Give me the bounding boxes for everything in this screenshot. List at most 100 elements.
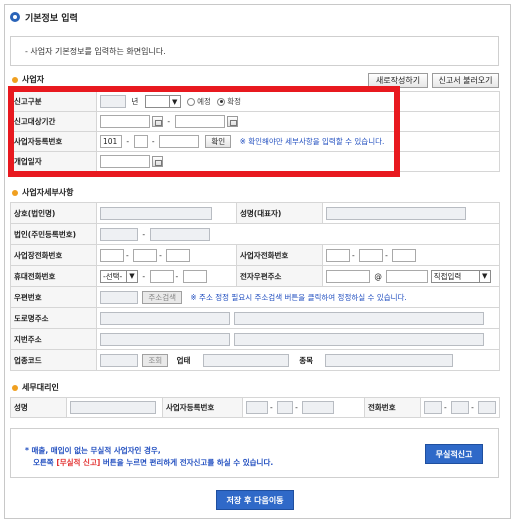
section-business: 사업자	[12, 74, 44, 85]
business-type-label: 업태	[176, 355, 191, 365]
email-domain-select[interactable]: 직접입력 ▼	[430, 269, 491, 283]
postal-input[interactable]	[100, 290, 138, 304]
company-label: 상호(법인명)	[10, 202, 97, 224]
section-agent: 세무대리인	[12, 382, 59, 393]
section-business-title: 사업자	[22, 75, 45, 84]
section-bullet-icon	[12, 189, 18, 196]
lookup-button[interactable]: 조회	[142, 353, 169, 367]
reg-no-part2-input[interactable]	[133, 135, 148, 148]
notice-line1: * 매출, 매입이 없는 무실적 사업자인 경우,	[25, 446, 161, 455]
lot-address-1-input[interactable]	[100, 332, 230, 346]
load-report-button[interactable]: 신고서 불러오기	[432, 73, 499, 88]
agent-reg-2-input[interactable]	[277, 401, 294, 414]
report-year-input[interactable]	[100, 95, 126, 108]
corp-no-part2-input[interactable]	[149, 227, 210, 241]
agent-table: 성명 사업자등록번호 - - 전화번호 - -	[10, 397, 500, 418]
agent-reg-no-label: 사업자등록번호	[162, 397, 243, 418]
lot-address-2-input[interactable]	[234, 332, 485, 346]
section-detail-title: 사업자세부사항	[22, 188, 74, 197]
open-date-label: 개업일자	[10, 151, 97, 172]
report-year-unit: 년	[131, 97, 139, 106]
section-bullet-icon	[12, 384, 18, 391]
calendar-icon[interactable]	[226, 116, 238, 127]
mobile-3-input[interactable]	[182, 269, 207, 283]
radio-scheduled-label: 예정	[197, 97, 211, 106]
notice-line2-suffix: 버튼을 누르면 편리하게 전자신고를 하실 수 있습니다.	[100, 458, 274, 467]
notice-line2: 오른쪽 [무실적 신고] 버튼을 누르면 편리하게 전자신고를 하실 수 있습니…	[33, 457, 273, 468]
reg-no-part1-input[interactable]: 101	[100, 135, 122, 148]
postal-label: 우편번호	[10, 286, 97, 308]
biz-phone2-2-input[interactable]	[359, 248, 384, 262]
calendar-icon[interactable]	[152, 156, 163, 167]
chevron-down-icon: ▼	[478, 270, 490, 282]
road-address-2-input[interactable]	[234, 311, 485, 325]
email-id-input[interactable]	[326, 269, 370, 283]
title-bullet-icon	[10, 12, 20, 22]
reg-no-part3-input[interactable]	[159, 135, 199, 148]
period-label: 신고대상기간	[10, 111, 97, 132]
biz-phone-1-input[interactable]	[100, 248, 124, 262]
mobile-prefix-value: -선택-	[103, 271, 123, 281]
mobile-label: 휴대전화번호	[10, 265, 97, 287]
no-performance-button[interactable]: 무실적신고	[425, 444, 483, 464]
report-period-select[interactable]: ▼	[144, 95, 181, 108]
road-address-1-input[interactable]	[100, 311, 230, 325]
postal-note: ※ 주소 정정 필요시 주소검색 버튼을 클릭하여 정정하실 수 있습니다.	[190, 292, 407, 302]
chevron-down-icon: ▼	[126, 270, 137, 282]
agent-phone-3-input[interactable]	[478, 401, 497, 414]
company-input[interactable]	[100, 206, 212, 220]
industry-code-label: 업종코드	[10, 349, 97, 371]
industry-code-input[interactable]	[100, 353, 138, 367]
notice-line2-prefix: 오른쪽	[33, 458, 57, 467]
rep-label: 성명(대표자)	[236, 202, 323, 224]
biz-phone2-3-input[interactable]	[392, 248, 417, 262]
biz-phone-2-input[interactable]	[133, 248, 158, 262]
agent-phone-2-input[interactable]	[451, 401, 470, 414]
calendar-icon[interactable]	[152, 116, 163, 127]
mobile-2-input[interactable]	[149, 269, 174, 283]
email-at: @	[374, 271, 382, 281]
radio-final[interactable]	[217, 97, 226, 106]
section-bullet-icon	[12, 76, 18, 83]
reg-no-note: ※ 확인해야만 세부사항을 입력할 수 있습니다.	[239, 137, 385, 146]
email-domain-input[interactable]	[386, 269, 429, 283]
notice-line2-highlight: [무실적 신고]	[56, 458, 101, 467]
business-type-input[interactable]	[202, 353, 289, 367]
business-table: 신고구분 년 ▼ 예정 확정 신고대상기간 - 사업자등록번호 101 - - …	[10, 91, 500, 172]
period-start-input[interactable]	[100, 115, 150, 128]
item-input[interactable]	[325, 353, 454, 367]
agent-phone-label: 전화번호	[364, 397, 421, 418]
report-type-label: 신고구분	[10, 91, 97, 112]
new-write-button[interactable]: 새로작성하기	[368, 73, 428, 88]
confirm-button[interactable]: 확인	[205, 135, 232, 148]
section-agent-title: 세무대리인	[22, 383, 59, 392]
lot-address-label: 지번주소	[10, 328, 97, 350]
period-end-input[interactable]	[174, 115, 225, 128]
email-domain-value: 직접입력	[433, 271, 462, 281]
open-date-input[interactable]	[100, 155, 150, 168]
biz-phone-3-input[interactable]	[166, 248, 191, 262]
agent-phone-1-input[interactable]	[424, 401, 442, 414]
radio-final-label: 확정	[227, 97, 242, 106]
agent-name-label: 성명	[10, 397, 67, 418]
description-text: - 사업자 기본정보를 입력하는 화면입니다.	[25, 46, 166, 56]
no-performance-notice: * 매출, 매입이 없는 무실적 사업자인 경우, 오른쪽 [무실적 신고] 버…	[10, 428, 499, 478]
biz-phone2-label: 사업자전화번호	[236, 244, 323, 266]
email-label: 전자우편주소	[236, 265, 323, 287]
agent-reg-1-input[interactable]	[246, 401, 268, 414]
chevron-down-icon: ▼	[168, 96, 180, 107]
agent-name-input[interactable]	[70, 401, 156, 414]
biz-phone-label: 사업장전화번호	[10, 244, 97, 266]
mobile-prefix-select[interactable]: -선택- ▼	[100, 269, 138, 283]
address-search-button[interactable]: 주소검색	[142, 290, 182, 304]
corp-no-part1-input[interactable]	[100, 227, 138, 241]
detail-table: 상호(법인명) 성명(대표자) 법인(주민등록번호) - 사업장전화번호 - -…	[10, 202, 500, 371]
save-next-button[interactable]: 저장 후 다음이동	[216, 490, 294, 510]
agent-reg-3-input[interactable]	[302, 401, 335, 414]
radio-scheduled[interactable]	[187, 97, 196, 106]
description-box: - 사업자 기본정보를 입력하는 화면입니다.	[10, 36, 499, 66]
reg-no-label: 사업자등록번호	[10, 131, 97, 152]
road-address-label: 도로명주소	[10, 307, 97, 329]
biz-phone2-1-input[interactable]	[326, 248, 350, 262]
rep-input[interactable]	[326, 206, 466, 220]
